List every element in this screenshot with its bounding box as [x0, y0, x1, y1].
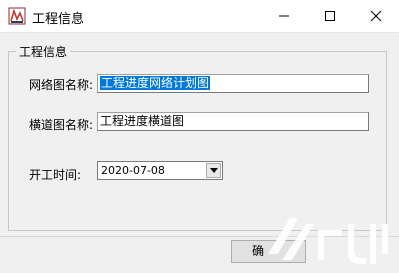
start-time-value: 2020-07-08	[101, 164, 165, 177]
group-label: 工程信息	[16, 43, 71, 60]
maximize-button[interactable]	[307, 0, 353, 32]
cross-chart-name-input[interactable]: 工程进度横道图	[97, 112, 369, 131]
minimize-button[interactable]	[261, 0, 307, 32]
title-bar[interactable]: 工程信息	[0, 0, 399, 33]
app-icon	[8, 7, 26, 25]
network-name-input[interactable]: 工程进度网络计划图	[97, 74, 369, 93]
cross-chart-name-value: 工程进度横道图	[100, 114, 185, 128]
start-time-label: 开工时间:	[29, 168, 82, 182]
watermark-logo	[268, 218, 388, 264]
minimize-icon	[279, 15, 289, 17]
cross-chart-name-label: 横道图名称:	[29, 118, 94, 132]
network-name-label: 网络图名称:	[29, 78, 94, 92]
window-title: 工程信息	[32, 12, 85, 27]
network-name-value: 工程进度网络计划图	[100, 76, 211, 90]
dropdown-button[interactable]	[206, 163, 221, 178]
close-button[interactable]	[353, 0, 399, 32]
close-icon	[370, 10, 382, 22]
maximize-icon	[325, 11, 335, 21]
start-time-picker[interactable]: 2020-07-08	[97, 161, 223, 180]
dropdown-arrow-icon	[209, 168, 218, 173]
window: 工程信息 工程信息 网络图名称: 工程进度网络计划图 横道图名称: 工程进度横道…	[0, 0, 399, 273]
